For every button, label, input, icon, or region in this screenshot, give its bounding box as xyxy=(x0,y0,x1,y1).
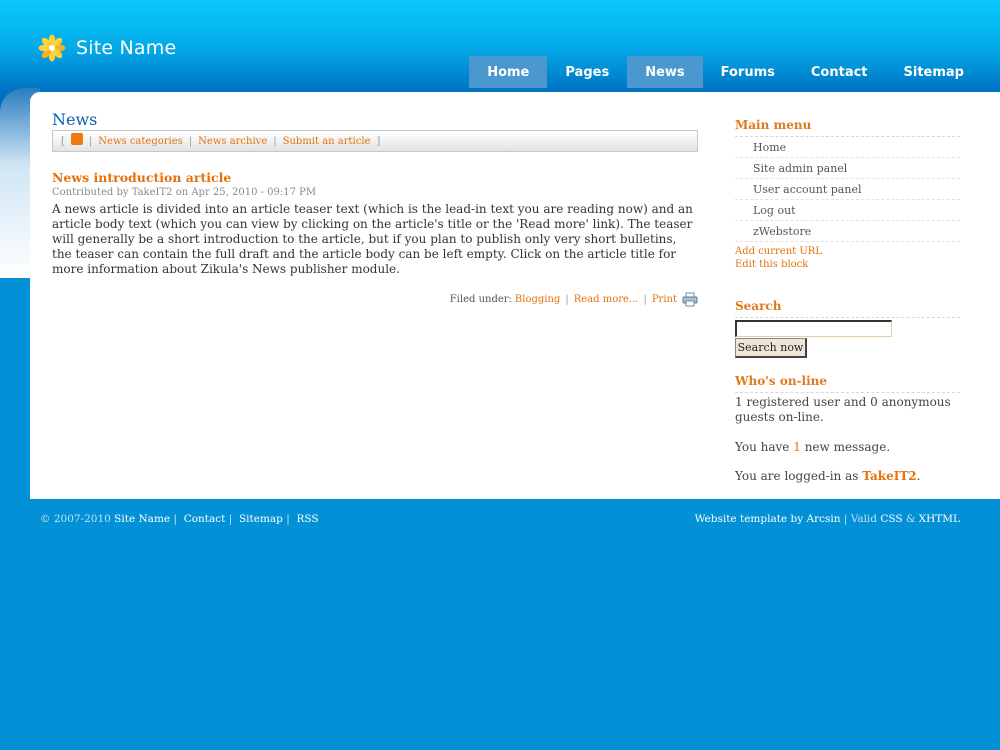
sidebar: Main menu Home Site admin panel User acc… xyxy=(735,118,960,484)
search-title: Search xyxy=(735,299,960,318)
nav-home[interactable]: Home xyxy=(469,56,548,88)
logged-in-line: You are logged-in as TakeIT2. xyxy=(735,469,921,483)
news-categories-link[interactable]: News categories xyxy=(98,136,183,147)
add-current-url-link[interactable]: Add current URL xyxy=(735,245,960,258)
site-name[interactable]: Site Name xyxy=(76,37,176,59)
main-menu-title: Main menu xyxy=(735,118,960,137)
printer-icon[interactable] xyxy=(682,292,698,307)
menu-item-home[interactable]: Home xyxy=(735,137,960,158)
read-more-link[interactable]: Read more... xyxy=(574,294,639,305)
filed-under-label: Filed under: xyxy=(449,294,512,305)
nav-news[interactable]: News xyxy=(627,56,703,88)
nav-contact[interactable]: Contact xyxy=(793,56,886,88)
menu-item-user-account[interactable]: User account panel xyxy=(735,179,960,200)
print-link[interactable]: Print xyxy=(652,294,677,305)
footer-site-link[interactable]: Site Name xyxy=(114,513,170,525)
search-button[interactable]: Search now xyxy=(735,338,807,358)
valid-xhtml-link[interactable]: XHTML xyxy=(919,513,960,525)
article-teaser: A news article is divided into an articl… xyxy=(52,202,693,276)
submit-article-link[interactable]: Submit an article xyxy=(283,136,371,147)
valid-css-link[interactable]: CSS xyxy=(880,513,902,525)
nav-forums[interactable]: Forums xyxy=(703,56,793,88)
footer-contact-link[interactable]: Contact xyxy=(184,513,226,525)
news-subnav: [ | News categories | News archive | Sub… xyxy=(52,130,698,152)
article-footer: Filed under: Blogging | Read more... | P… xyxy=(52,292,698,307)
article-title-link[interactable]: News introduction article xyxy=(52,170,698,185)
news-archive-link[interactable]: News archive xyxy=(198,136,267,147)
message-count-link[interactable]: 1 xyxy=(793,440,801,454)
article-meta: Contributed by TakeIT2 on Apr 25, 2010 -… xyxy=(52,187,317,198)
menu-item-site-admin[interactable]: Site admin panel xyxy=(735,158,960,179)
footer-sitemap-link[interactable]: Sitemap xyxy=(239,513,283,525)
menu-item-zwebstore[interactable]: zWebstore xyxy=(735,221,960,242)
main-content: News [ | News categories | News archive … xyxy=(52,110,698,307)
edit-block-link[interactable]: Edit this block xyxy=(735,258,960,271)
footer-left: © 2007-2010 Site Name | Contact | Sitema… xyxy=(40,513,319,525)
footer-right: Website template by Arcsin | Valid CSS &… xyxy=(694,513,960,525)
footer-rss-link[interactable]: RSS xyxy=(296,513,318,525)
template-credit-text: Website template by xyxy=(694,513,807,525)
logo[interactable]: Site Name xyxy=(38,34,176,62)
copyright: © 2007-2010 xyxy=(40,513,115,525)
online-status: 1 registered user and 0 anonymous guests… xyxy=(735,395,951,424)
whos-online-title: Who's on-line xyxy=(735,374,960,393)
nav-sitemap[interactable]: Sitemap xyxy=(886,56,982,88)
menu-item-log-out[interactable]: Log out xyxy=(735,200,960,221)
messages-line: You have 1 new message. xyxy=(735,440,891,454)
rss-icon[interactable] xyxy=(70,133,83,145)
category-link[interactable]: Blogging xyxy=(515,294,560,305)
flower-logo-icon xyxy=(38,34,66,62)
main-nav: Home Pages News Forums Contact Sitemap xyxy=(469,56,982,88)
nav-pages[interactable]: Pages xyxy=(547,56,627,88)
search-input[interactable] xyxy=(735,320,892,337)
username-link[interactable]: TakeIT2 xyxy=(862,469,916,483)
author-link[interactable]: Arcsin xyxy=(806,513,840,525)
page-title: News xyxy=(52,110,98,129)
